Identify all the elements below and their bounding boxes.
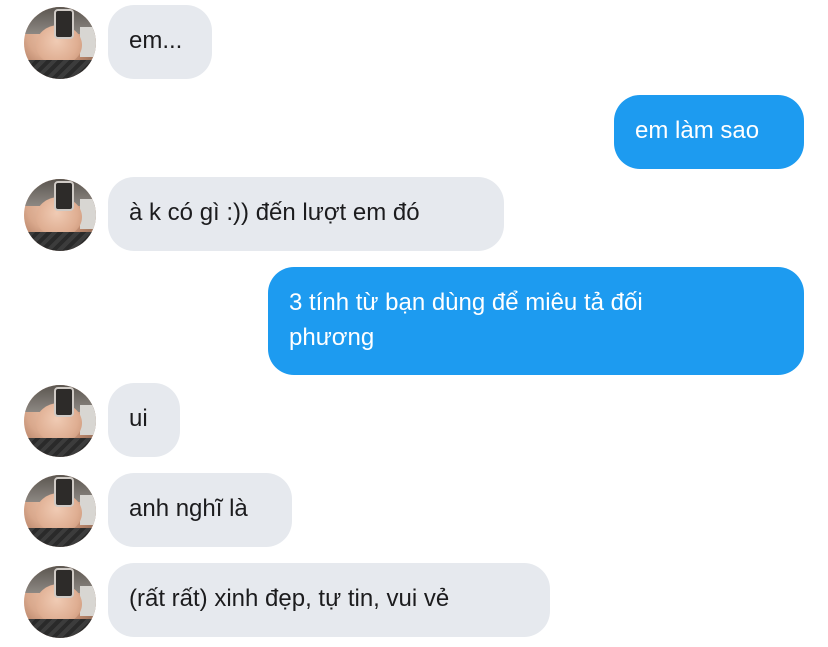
incoming-message-bubble[interactable]: em... — [108, 5, 212, 79]
message-text: ui — [129, 405, 148, 432]
avatar[interactable] — [24, 179, 96, 251]
incoming-message-bubble[interactable]: à k có gì :)) đến lượt em đó — [108, 177, 504, 251]
avatar[interactable] — [24, 475, 96, 547]
message-text: (rất rất) xinh đẹp, tự tin, vui vẻ — [129, 585, 450, 612]
incoming-message-bubble[interactable]: anh nghĩ là — [108, 473, 292, 547]
message-text-line: phương — [289, 324, 375, 351]
outgoing-message-bubble[interactable]: 3 tính từ bạn dùng để miêu tả đối phương — [268, 267, 804, 375]
message-text-line: 3 tính từ bạn dùng để miêu tả đối — [289, 289, 643, 316]
message-text: em làm sao — [635, 117, 760, 144]
message-text: em... — [129, 27, 183, 54]
message-text: anh nghĩ là — [129, 495, 248, 522]
avatar[interactable] — [24, 7, 96, 79]
incoming-message-bubble[interactable]: ui — [108, 383, 180, 457]
outgoing-message-bubble[interactable]: em làm sao — [614, 95, 804, 169]
message-text: à k có gì :)) đến lượt em đó — [129, 199, 420, 226]
avatar[interactable] — [24, 566, 96, 638]
avatar[interactable] — [24, 385, 96, 457]
incoming-message-bubble[interactable]: (rất rất) xinh đẹp, tự tin, vui vẻ — [108, 563, 550, 637]
chat-thread: em... em làm sao à k có gì :)) đến lượt … — [0, 0, 828, 647]
